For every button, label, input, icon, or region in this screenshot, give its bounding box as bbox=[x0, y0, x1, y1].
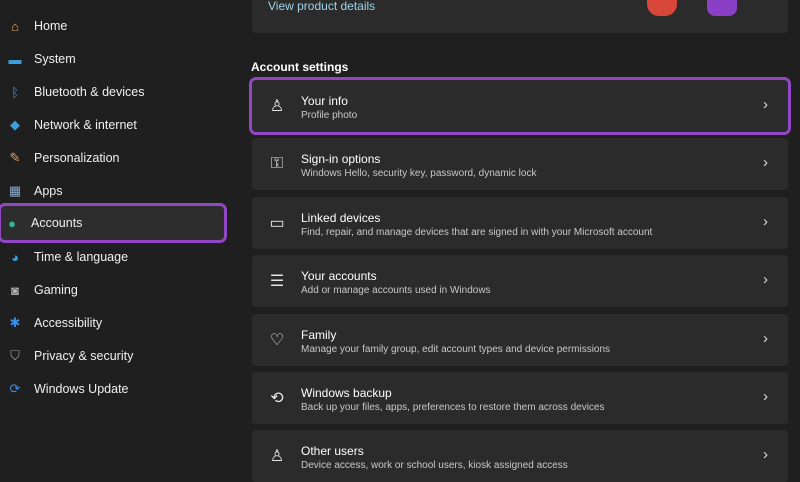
backup-icon: ⟲ bbox=[270, 390, 284, 407]
sidebar-item-bluetooth-devices[interactable]: ᛒ Bluetooth & devices bbox=[4, 77, 224, 107]
sidebar-item-label: Home bbox=[34, 19, 68, 33]
row-title: Other users bbox=[301, 444, 364, 459]
home-icon: ⌂ bbox=[11, 18, 19, 34]
sidebar-item-label: System bbox=[34, 52, 76, 66]
sidebar-item-label: Personalization bbox=[34, 151, 120, 165]
accounts-icon: ● bbox=[8, 215, 16, 231]
sidebar-item-personalization[interactable]: ✎ Personalization bbox=[4, 143, 224, 173]
settings-row-family[interactable]: ♡ Family Manage your family group, edit ac… bbox=[252, 313, 788, 366]
sidebar-item-time-language[interactable]: ◕ Time & language bbox=[4, 242, 224, 272]
chevron-right-icon: › bbox=[763, 329, 768, 347]
sidebar-item-label: Accounts bbox=[31, 216, 83, 230]
sidebar-item-label: Windows Update bbox=[34, 382, 129, 396]
sidebar-item-gaming[interactable]: ◙ Gaming bbox=[4, 275, 224, 305]
sidebar-item-label: Bluetooth & devices bbox=[34, 85, 145, 99]
apps-icon: ▦ bbox=[8, 183, 22, 198]
settings-row-your-info[interactable]: ♙ Your info Profile photo › bbox=[249, 77, 791, 135]
row-subtitle: Device access, work or school users, kio… bbox=[301, 460, 568, 472]
powerpoint-icon bbox=[647, 0, 677, 16]
row-subtitle: Add or manage accounts used in Windows bbox=[301, 285, 491, 297]
row-title: Your accounts bbox=[301, 269, 377, 284]
sidebar-item-label: Gaming bbox=[34, 283, 78, 297]
view-product-details-link[interactable]: View product details bbox=[268, 0, 375, 13]
globe-clock-icon: ◕ bbox=[11, 249, 19, 265]
sidebar-item-label: Apps bbox=[34, 184, 63, 198]
product-card: View product details bbox=[252, 0, 788, 33]
row-subtitle: Windows Hello, security key, password, d… bbox=[301, 168, 537, 180]
sidebar-item-system[interactable]: ▬ System bbox=[4, 44, 224, 74]
family-heart-icon: ♡ bbox=[269, 331, 285, 349]
row-subtitle: Find, repair, and manage devices that ar… bbox=[301, 226, 653, 238]
row-title: Windows backup bbox=[301, 386, 392, 400]
gamepad-icon: ◙ bbox=[11, 282, 19, 298]
chevron-right-icon: › bbox=[763, 388, 768, 405]
user-icon: ♙ bbox=[269, 98, 285, 115]
sidebar-item-accessibility[interactable]: ✱ Accessibility bbox=[4, 308, 224, 338]
system-icon: ▬ bbox=[8, 51, 22, 67]
sidebar-item-label: Network & internet bbox=[34, 118, 137, 132]
row-title: Sign-in options bbox=[301, 152, 381, 167]
sidebar-item-accounts[interactable]: ● Accounts bbox=[0, 203, 227, 243]
key-icon: ⚿ bbox=[270, 155, 284, 173]
onenote-icon bbox=[707, 0, 737, 16]
shield-icon: ⛉ bbox=[10, 348, 20, 363]
row-subtitle: Back up your files, apps, preferences to… bbox=[301, 402, 605, 413]
sidebar-item-home[interactable]: ⌂ Home bbox=[4, 11, 224, 41]
sidebar: ⌂ Home ▬ System ᛒ Bluetooth & devices ◆ Network… bbox=[0, 0, 240, 478]
settings-row-windows-backup[interactable]: ⟲ Windows backup Back up your files, apps,… bbox=[252, 372, 788, 424]
devices-icon: ▭ bbox=[269, 214, 285, 232]
accessibility-icon: ✱ bbox=[9, 315, 21, 330]
section-title: Account settings bbox=[251, 60, 349, 74]
bluetooth-icon: ᛒ bbox=[11, 84, 19, 100]
settings-row-linked-devices[interactable]: ▭ Linked devices Find, repair, and manage … bbox=[252, 196, 788, 249]
chevron-right-icon: › bbox=[763, 96, 768, 113]
accounts-list-icon: ☰ bbox=[269, 273, 285, 291]
row-subtitle: Profile photo bbox=[301, 110, 358, 121]
update-icon: ⟳ bbox=[9, 381, 21, 396]
sidebar-item-label: Time & language bbox=[34, 250, 129, 264]
sidebar-item-network-internet[interactable]: ◆ Network & internet bbox=[4, 110, 224, 140]
settings-row-sign-in-options[interactable]: ⚿ Sign-in options Windows Hello, security … bbox=[252, 138, 788, 191]
row-subtitle: Manage your family group, edit account t… bbox=[301, 343, 611, 355]
settings-row-other-users[interactable]: ♙ Other users Device access, work or schoo… bbox=[252, 430, 788, 482]
sidebar-item-privacy-security[interactable]: ⛉ Privacy & security bbox=[4, 341, 224, 371]
row-title: Family bbox=[301, 327, 337, 342]
sidebar-item-windows-update[interactable]: ⟳ Windows Update bbox=[4, 374, 224, 404]
brush-icon: ✎ bbox=[9, 150, 21, 165]
sidebar-item-label: Accessibility bbox=[34, 316, 103, 330]
chevron-right-icon: › bbox=[763, 154, 768, 172]
chevron-right-icon: › bbox=[763, 271, 768, 289]
chevron-right-icon: › bbox=[763, 446, 768, 464]
row-title: Linked devices bbox=[301, 210, 381, 225]
row-title: Your info bbox=[301, 94, 348, 108]
add-user-icon: ♙ bbox=[269, 448, 285, 466]
sidebar-item-label: Privacy & security bbox=[34, 349, 134, 363]
settings-row-your-accounts[interactable]: ☰ Your accounts Add or manage accounts use… bbox=[252, 255, 788, 308]
wifi-icon: ◆ bbox=[10, 117, 20, 132]
chevron-right-icon: › bbox=[763, 212, 768, 230]
sidebar-item-apps[interactable]: ▦ Apps bbox=[4, 176, 224, 206]
